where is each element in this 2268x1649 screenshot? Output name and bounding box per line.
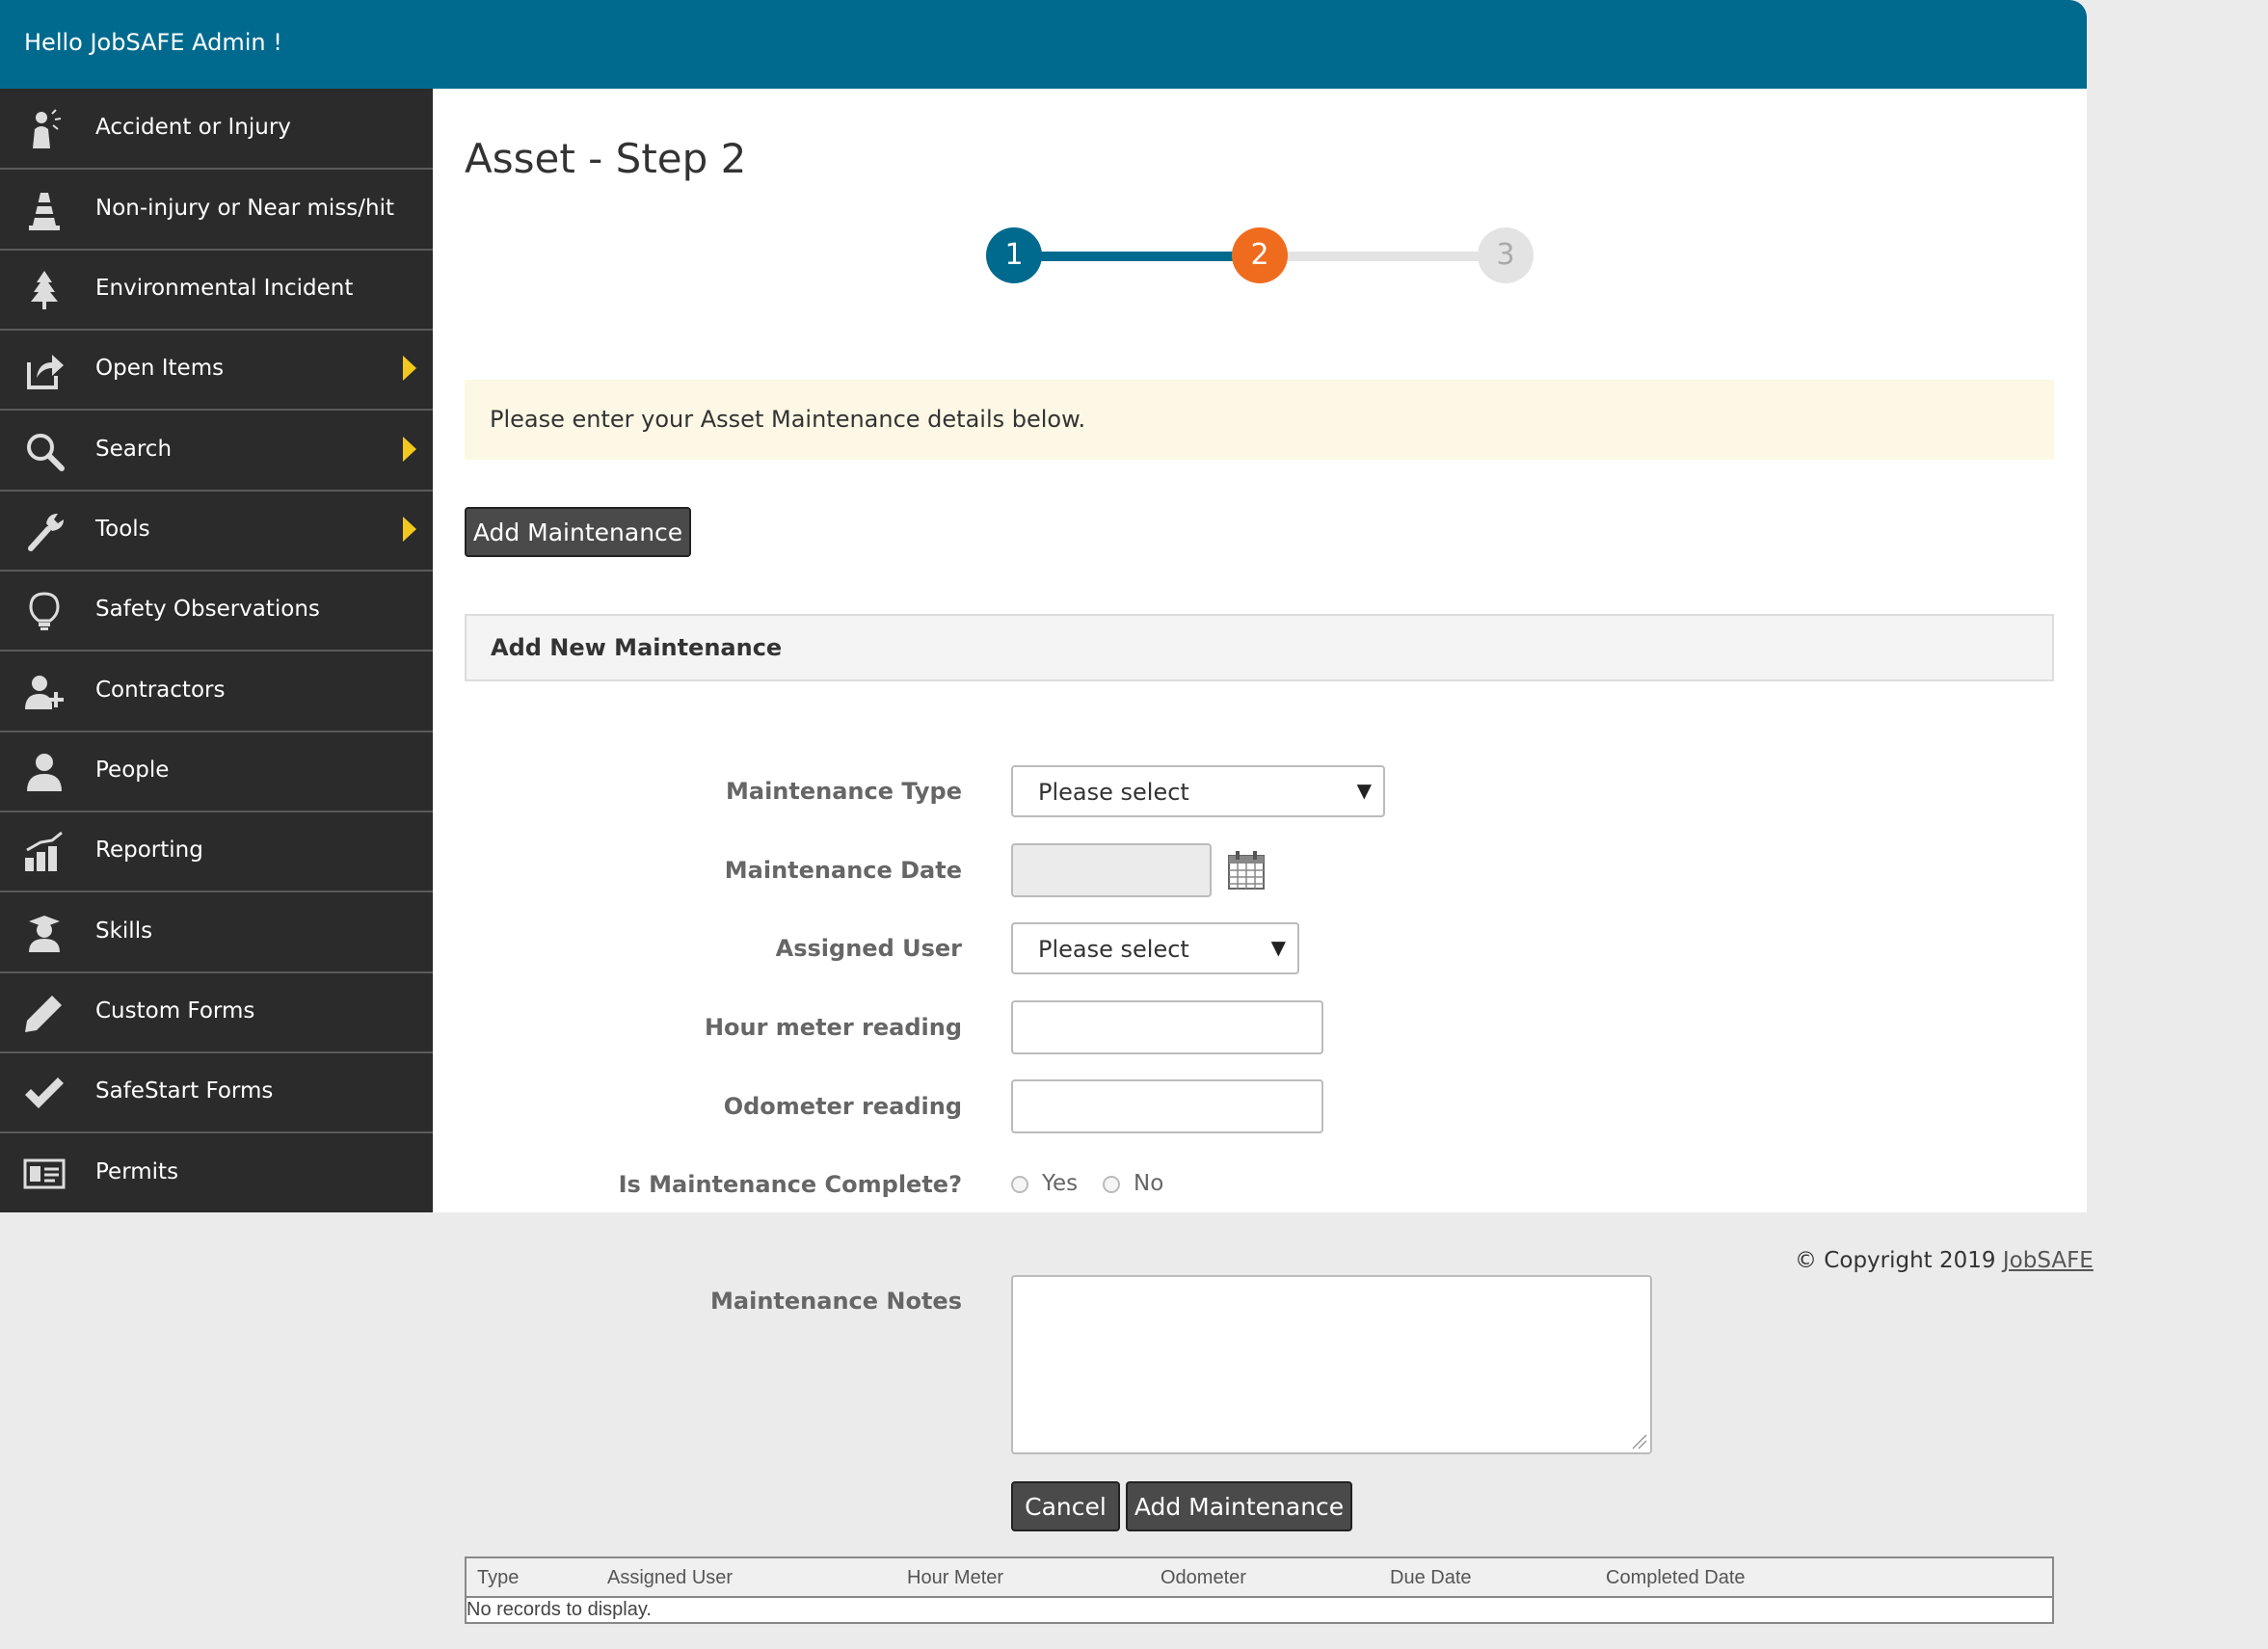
sidebar-item-skills[interactable]: Skills [0, 892, 433, 973]
user-greeting: Hello JobSAFE Admin ! [24, 29, 282, 56]
checkmark-icon [25, 1077, 64, 1108]
sidebar-item-label: Skills [95, 918, 153, 944]
odometer-label: Odometer reading [723, 1093, 962, 1120]
grid-column-due-date[interactable]: Due Date [1390, 1567, 1472, 1589]
sidebar-item-safestart-forms[interactable]: SafeStart Forms [0, 1052, 433, 1133]
grid-column-odometer[interactable]: Odometer [1161, 1567, 1246, 1589]
stepper-remaining-line [1259, 252, 1505, 261]
panel-title: Add New Maintenance [491, 634, 783, 661]
sidebar-item-label: Contractors [95, 678, 226, 703]
assigned-user-value: Please select [1038, 936, 1189, 963]
copyright-text: © Copyright 2019 [1795, 1248, 1996, 1273]
injured-person-icon [33, 109, 62, 148]
sidebar-item-contractors[interactable]: Contractors [0, 652, 433, 732]
step-3-indicator: 3 [1478, 227, 1534, 283]
hour-meter-label: Hour meter reading [704, 1014, 962, 1041]
sidebar-item-label: Custom Forms [95, 998, 255, 1024]
copyright-notice: © Copyright 2019 JobSAFE [1795, 1248, 2094, 1273]
sidebar-item-custom-forms[interactable]: Custom Forms [0, 972, 433, 1053]
sidebar-item-tools[interactable]: Tools [0, 491, 433, 572]
stepper-progress-line [1013, 252, 1259, 261]
search-icon [27, 434, 65, 471]
info-message: Please enter your Asset Maintenance deta… [490, 406, 1086, 433]
add-user-icon [25, 676, 64, 709]
add-maintenance-button[interactable]: Add Maintenance [465, 507, 691, 557]
maintenance-type-value: Please select [1038, 779, 1189, 806]
sidebar-item-label: People [95, 758, 170, 783]
maintenance-date-label: Maintenance Date [724, 857, 962, 884]
submenu-arrow-icon [403, 517, 416, 542]
sidebar-item-search[interactable]: Search [0, 411, 433, 492]
sidebar-item-label: SafeStart Forms [95, 1078, 274, 1104]
share-icon [27, 355, 64, 389]
lightbulb-icon [29, 592, 60, 630]
maintenance-type-label: Maintenance Type [726, 778, 962, 805]
step-2-indicator: 2 [1232, 227, 1288, 283]
sidebar-item-open-items[interactable]: Open Items [0, 330, 433, 411]
maintenance-type-select[interactable]: Please select ▼ [1011, 765, 1385, 817]
sidebar-item-non-injury[interactable]: Non-injury or Near miss/hit [0, 170, 433, 251]
wrench-icon [28, 514, 64, 551]
grid-column-hour-meter[interactable]: Hour Meter [907, 1567, 1003, 1589]
sidebar-item-label: Search [95, 437, 173, 462]
chevron-down-icon: ▼ [1270, 936, 1286, 959]
odometer-input[interactable] [1011, 1079, 1323, 1133]
sidebar-item-safety-observations[interactable]: Safety Observations [0, 571, 433, 652]
grid-column-assigned-user[interactable]: Assigned User [607, 1567, 733, 1589]
assigned-user-label: Assigned User [775, 935, 962, 962]
sidebar-item-label: Accident or Injury [95, 115, 291, 140]
assigned-user-select[interactable]: Please select ▼ [1011, 922, 1299, 974]
hour-meter-input[interactable] [1011, 1000, 1323, 1054]
graduate-icon [29, 916, 60, 952]
page-title: Asset - Step 2 [465, 135, 747, 182]
person-icon [27, 754, 62, 791]
sidebar-item-label: Safety Observations [95, 597, 320, 622]
grid-column-type[interactable]: Type [477, 1567, 519, 1589]
grid-column-completed-date[interactable]: Completed Date [1606, 1567, 1746, 1589]
cancel-button[interactable]: Cancel [1011, 1481, 1120, 1531]
complete-yes-label[interactable]: Yes [1042, 1171, 1078, 1196]
complete-yes-radio[interactable] [1011, 1176, 1028, 1193]
sidebar-item-reporting[interactable]: Reporting [0, 811, 433, 892]
maintenance-complete-label: Is Maintenance Complete? [618, 1171, 962, 1198]
sidebar-item-label: Permits [95, 1159, 179, 1184]
submenu-arrow-icon [403, 356, 416, 381]
calendar-icon[interactable] [1227, 850, 1266, 891]
complete-no-radio[interactable] [1103, 1176, 1120, 1193]
complete-no-label[interactable]: No [1134, 1171, 1163, 1196]
bar-chart-icon [25, 831, 63, 871]
resize-handle-icon[interactable] [1631, 1433, 1648, 1450]
sidebar-nav: Accident or Injury Non-injury or Near mi… [0, 89, 433, 1212]
step-1-indicator: 1 [986, 227, 1042, 283]
sidebar-item-permits[interactable]: Permits [0, 1133, 433, 1212]
sidebar-item-label: Open Items [95, 356, 225, 381]
submit-add-maintenance-button[interactable]: Add Maintenance [1126, 1481, 1352, 1531]
chevron-down-icon: ▼ [1356, 779, 1372, 802]
top-header-bar [0, 0, 2087, 89]
sidebar-item-environmental-incident[interactable]: Environmental Incident [0, 250, 433, 331]
traffic-cone-icon [29, 193, 60, 230]
sidebar-item-label: Reporting [95, 838, 203, 863]
maintenance-notes-textarea[interactable] [1011, 1275, 1652, 1454]
grid-empty-message: No records to display. [467, 1599, 652, 1620]
sidebar-item-accident-or-injury[interactable]: Accident or Injury [0, 89, 433, 170]
sidebar-item-label: Non-injury or Near miss/hit [95, 196, 395, 221]
sidebar-item-people[interactable]: People [0, 731, 433, 812]
maintenance-date-input[interactable] [1011, 843, 1212, 897]
sidebar-item-label: Tools [95, 517, 150, 542]
maintenance-notes-label: Maintenance Notes [710, 1288, 962, 1315]
jobsafe-link[interactable]: JobSAFE [2003, 1248, 2094, 1273]
submenu-arrow-icon [403, 437, 416, 462]
tree-icon [31, 271, 58, 309]
sidebar-item-label: Environmental Incident [95, 276, 354, 301]
id-card-icon [23, 1158, 66, 1189]
pencil-icon [25, 996, 62, 1032]
